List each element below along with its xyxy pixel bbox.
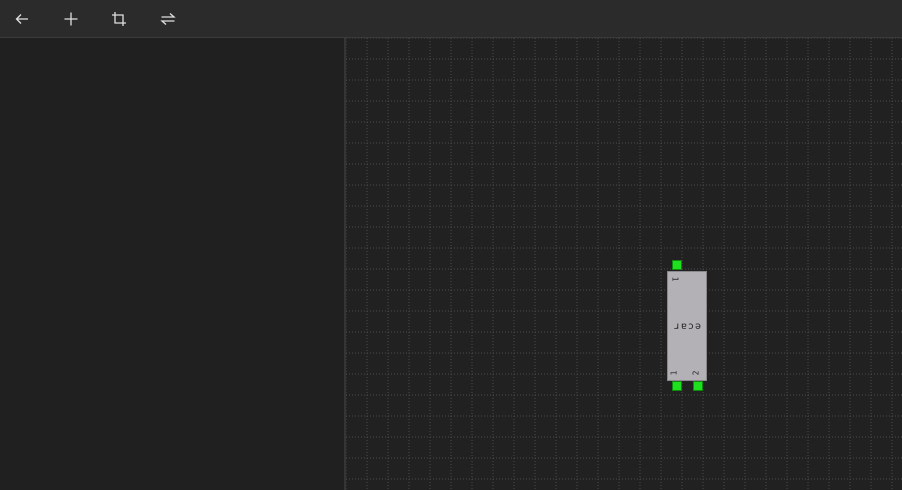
crop-button[interactable] <box>105 5 133 33</box>
plus-icon <box>64 12 78 26</box>
canvas-grid <box>346 38 902 490</box>
back-button[interactable] <box>8 5 36 33</box>
sidebar-panel <box>0 38 344 490</box>
crop-icon <box>112 12 126 26</box>
swap-arrows-icon <box>160 13 176 25</box>
pin-top-1[interactable] <box>672 260 682 270</box>
pin-bottom-1[interactable] <box>672 381 682 391</box>
pin-label-bottom-1: 1 <box>669 370 679 376</box>
pin-label-top: 1 <box>670 276 680 282</box>
add-button[interactable] <box>57 5 85 33</box>
pin-bottom-2[interactable] <box>693 381 703 391</box>
component-name: ecar <box>672 320 702 332</box>
arrow-left-icon <box>15 14 28 24</box>
toolbar <box>0 0 902 38</box>
schematic-canvas[interactable]: ecar 1 1 2 <box>344 38 902 490</box>
swap-button[interactable] <box>154 5 182 33</box>
pin-label-bottom-2: 2 <box>691 370 701 376</box>
component-ecar[interactable]: ecar 1 1 2 <box>667 271 707 381</box>
